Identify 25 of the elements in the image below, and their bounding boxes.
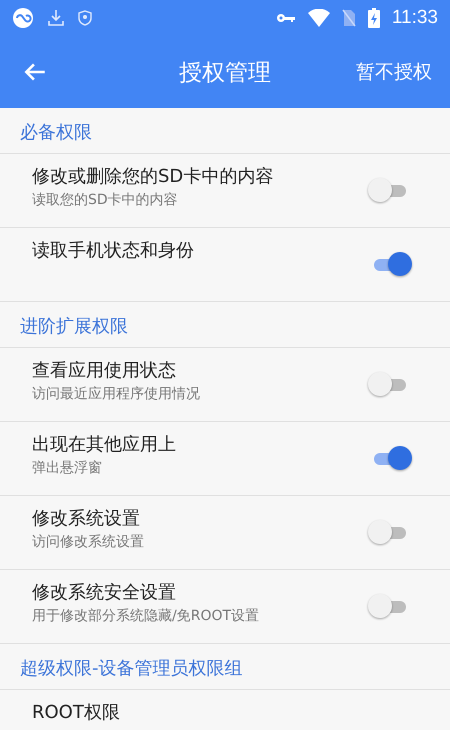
shield-icon [78, 10, 92, 26]
app-logo-icon [12, 7, 34, 29]
permission-title: 修改系统设置 [32, 507, 141, 530]
download-icon [46, 8, 66, 28]
permission-title: 查看应用使用状态 [32, 359, 177, 382]
permission-description: 弹出悬浮窗 [32, 459, 103, 477]
permission-description: 用于修改部分系统隐藏/免ROOT设置 [32, 607, 260, 625]
status-time: 11:33 [392, 7, 438, 29]
permission-title: 修改或删除您的SD卡中的内容 [32, 165, 274, 188]
permission-title: 出现在其他应用上 [32, 433, 177, 456]
permission-description: 访问修改系统设置 [32, 533, 145, 551]
permission-title: ROOT权限 [32, 701, 121, 724]
page-title: 授权管理 [179, 58, 271, 88]
section-title: 必备权限 [20, 120, 92, 144]
permission-description: 读取您的SD卡中的内容 [32, 191, 179, 209]
permission-description: 访问最近应用程序使用情况 [32, 385, 201, 403]
battery-charging-icon [368, 8, 380, 28]
permission-title: 读取手机状态和身份 [32, 239, 195, 262]
permission-title: 修改系统安全设置 [32, 581, 177, 604]
skip-authorization-button[interactable]: 暂不授权 [352, 55, 436, 89]
key-icon [276, 12, 296, 24]
section-title: 超级权限-设备管理员权限组 [20, 656, 242, 680]
wifi-icon [308, 9, 330, 27]
section-title: 进阶扩展权限 [20, 314, 128, 338]
no-sim-icon [342, 9, 356, 27]
